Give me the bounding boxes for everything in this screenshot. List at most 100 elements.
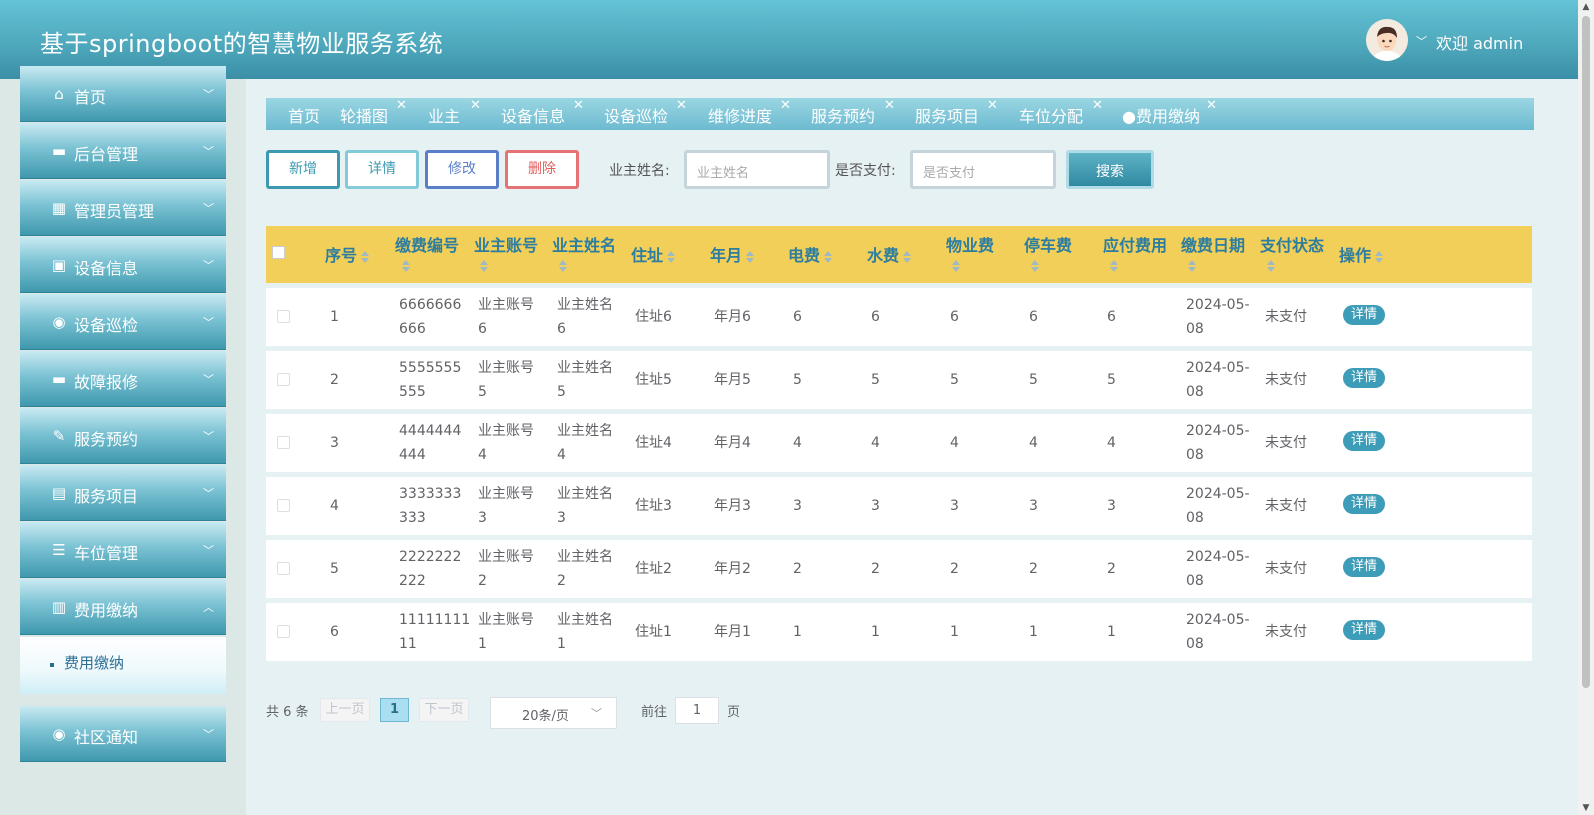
sort-icon[interactable] <box>824 250 833 264</box>
row-checkbox[interactable] <box>277 562 290 575</box>
row-detail-button[interactable]: 详情 <box>1343 494 1385 514</box>
close-icon[interactable]: ✕ <box>396 98 407 113</box>
sidebar-item-admins[interactable]: ▦ 管理员管理 ﹀ <box>20 180 226 236</box>
sort-icon[interactable] <box>361 250 370 264</box>
close-icon[interactable]: ✕ <box>780 98 791 113</box>
page-size-select[interactable]: 20条/页 ﹀ <box>490 697 617 729</box>
column-header-account[interactable]: 业主账号 <box>474 232 538 256</box>
sort-icon[interactable] <box>402 259 411 273</box>
close-icon[interactable]: ✕ <box>676 98 687 113</box>
paid-status-input[interactable]: 是否支付 <box>910 150 1056 189</box>
column-header-pay-status[interactable]: 支付状态 <box>1260 232 1324 256</box>
cell-owner-name: 业主姓名 4 <box>557 419 613 467</box>
cell-text: 4 <box>478 447 487 463</box>
tab-owners[interactable]: 业主 ✕ <box>428 98 481 127</box>
delete-button[interactable]: 删除 <box>505 150 579 189</box>
sidebar-item-backend[interactable]: ▬ 后台管理 ﹀ <box>20 123 226 179</box>
sidebar-item-inspection[interactable]: ◉ 设备巡检 ﹀ <box>20 294 226 350</box>
tab-service-items[interactable]: 服务项目 ✕ <box>915 98 998 127</box>
cell-text: 08 <box>1186 636 1204 652</box>
cell-text: 3 <box>557 510 566 526</box>
cell-text: 1 <box>557 636 566 652</box>
select-all-checkbox[interactable] <box>272 246 285 259</box>
sidebar-item-fees[interactable]: ▥ 费用缴纳 ︿ <box>20 579 226 635</box>
page-scrollbar[interactable]: ▲ ▼ <box>1578 0 1594 815</box>
page-number-1[interactable]: 1 <box>380 698 409 722</box>
column-header-electricity[interactable]: 电费 <box>788 242 833 266</box>
column-header-address[interactable]: 住址 <box>631 242 676 266</box>
row-checkbox[interactable] <box>277 436 290 449</box>
row-checkbox[interactable] <box>277 373 290 386</box>
add-button[interactable]: 新增 <box>266 150 340 189</box>
sidebar-item-parking[interactable]: ☰ 车位管理 ﹀ <box>20 522 226 578</box>
tab-parking-assign[interactable]: 车位分配 ✕ <box>1019 98 1103 127</box>
avatar[interactable] <box>1366 19 1408 61</box>
sidebar-item-services[interactable]: ▤ 服务项目 ﹀ <box>20 465 226 521</box>
goto-page-input[interactable]: 1 <box>675 697 719 724</box>
row-detail-button[interactable]: 详情 <box>1343 620 1385 640</box>
tab-service-booking[interactable]: 服务预约 ✕ <box>811 98 895 127</box>
sort-icon[interactable] <box>1110 259 1119 273</box>
close-icon[interactable]: ✕ <box>470 98 481 113</box>
sort-icon[interactable] <box>667 250 676 264</box>
column-header-water[interactable]: 水费 <box>867 242 912 266</box>
close-icon[interactable]: ✕ <box>987 98 998 113</box>
column-header-month[interactable]: 年月 <box>710 242 755 266</box>
sort-icon[interactable] <box>480 259 489 273</box>
sort-icon[interactable] <box>1188 259 1197 273</box>
sort-icon[interactable] <box>746 250 755 264</box>
sidebar-item-notices[interactable]: ◉ 社区通知 ﹀ <box>20 706 226 762</box>
column-header-amount-due[interactable]: 应付费用 <box>1103 232 1167 256</box>
tab-device-inspection[interactable]: 设备巡检 ✕ <box>604 98 687 127</box>
column-header-owner-name[interactable]: 业主姓名 <box>552 232 616 256</box>
column-header-code[interactable]: 缴费编号 <box>395 232 459 256</box>
search-button[interactable]: 搜索 <box>1066 150 1154 189</box>
column-header-actions[interactable]: 操作 <box>1339 242 1384 266</box>
sidebar-item-repairs[interactable]: ▬ 故障报修 ﹀ <box>20 351 226 407</box>
user-dropdown-caret-icon[interactable]: ﹀ <box>1416 33 1427 49</box>
chevron-down-icon: ﹀ <box>203 259 214 272</box>
column-header-property-fee[interactable]: 物业费 <box>946 232 994 256</box>
sort-icon[interactable] <box>559 259 568 273</box>
scroll-thumb[interactable] <box>1582 16 1590 688</box>
row-checkbox[interactable] <box>277 499 290 512</box>
prev-page-button[interactable]: 上一页 <box>320 698 370 722</box>
column-header-index[interactable]: 序号 <box>325 242 370 266</box>
column-header-pay-date[interactable]: 缴费日期 <box>1181 232 1245 256</box>
cell-text: 4 <box>557 447 566 463</box>
row-checkbox[interactable] <box>277 625 290 638</box>
close-icon[interactable]: ✕ <box>573 98 584 113</box>
sort-icon[interactable] <box>1031 259 1040 273</box>
sidebar-item-home[interactable]: ⌂ 首页 ﹀ <box>20 66 226 122</box>
sidebar-subitem-fees[interactable]: 费用缴纳 <box>20 637 226 694</box>
column-header-parking-fee[interactable]: 停车费 <box>1024 232 1072 256</box>
scroll-down-arrow-icon[interactable]: ▼ <box>1578 803 1594 813</box>
tab-repair-progress[interactable]: 维修进度 ✕ <box>708 98 791 127</box>
tab-home[interactable]: 首页 <box>288 103 320 127</box>
edit-button[interactable]: 修改 <box>425 150 499 189</box>
sidebar-item-devices[interactable]: ▣ 设备信息 ﹀ <box>20 237 226 293</box>
tab-carousel[interactable]: 轮播图 ✕ <box>340 98 407 127</box>
welcome-text[interactable]: 欢迎 admin <box>1436 30 1523 54</box>
tab-fee-payment[interactable]: ●费用缴纳 ✕ <box>1122 98 1217 127</box>
close-icon[interactable]: ✕ <box>1092 98 1103 113</box>
row-checkbox[interactable] <box>277 310 290 323</box>
close-icon[interactable]: ✕ <box>884 98 895 113</box>
row-detail-button[interactable]: 详情 <box>1343 305 1385 325</box>
close-icon[interactable]: ✕ <box>1206 98 1217 113</box>
sort-icon[interactable] <box>952 259 961 273</box>
sort-icon[interactable] <box>1375 250 1384 264</box>
row-detail-button[interactable]: 详情 <box>1343 368 1385 388</box>
chevron-down-icon: ﹀ <box>591 707 602 720</box>
next-page-button[interactable]: 下一页 <box>419 698 469 722</box>
tab-device-info[interactable]: 设备信息 ✕ <box>501 98 584 127</box>
owner-name-input[interactable]: 业主姓名 <box>684 150 830 189</box>
scroll-up-arrow-icon[interactable]: ▲ <box>1578 2 1594 12</box>
detail-button[interactable]: 详情 <box>345 150 419 189</box>
sidebar-item-appointments[interactable]: ✎ 服务预约 ﹀ <box>20 408 226 464</box>
sort-icon[interactable] <box>1267 259 1276 273</box>
sort-icon[interactable] <box>903 250 912 264</box>
cell-text: 5 <box>557 384 566 400</box>
row-detail-button[interactable]: 详情 <box>1343 557 1385 577</box>
row-detail-button[interactable]: 详情 <box>1343 431 1385 451</box>
